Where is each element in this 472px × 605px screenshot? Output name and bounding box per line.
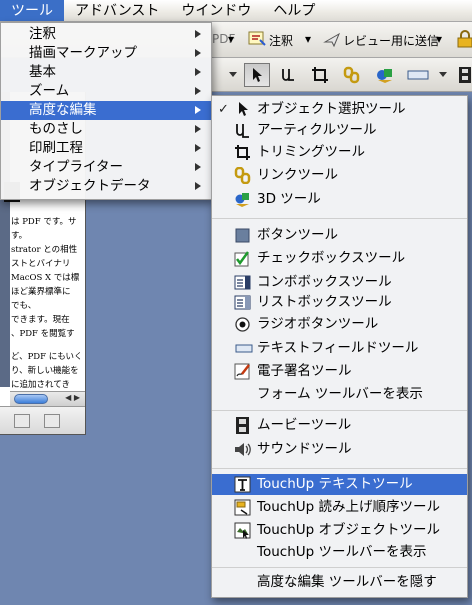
checkbox-icon	[234, 251, 250, 267]
menu-item-touchup-reading-order-tool[interactable]: TouchUp 読み上げ順序ツール	[212, 497, 467, 518]
scrollbar-thumb[interactable]	[14, 394, 48, 404]
submenu-arrow-icon	[195, 30, 201, 38]
touchup-object-icon	[234, 522, 251, 539]
listbox-icon	[234, 295, 251, 310]
menu-separator	[212, 410, 467, 411]
combobox-icon	[234, 275, 251, 290]
menu-item-movie-tool[interactable]: ムービーツール	[212, 415, 467, 436]
toolbar-crop-button[interactable]	[307, 63, 333, 87]
menubar: ツール アドバンスト ウインドウ ヘルプ	[0, 0, 472, 22]
submenu-arrow-icon	[195, 182, 201, 190]
menu-item-link-tool[interactable]: リンクツール	[212, 165, 467, 186]
submenu-arrow-icon	[195, 163, 201, 171]
menu-item-touchup-object-tool[interactable]: TouchUp オブジェクトツール	[212, 520, 467, 541]
document-status-bar	[0, 406, 85, 434]
menu-tools[interactable]: ツール	[0, 0, 64, 21]
horizontal-scrollbar[interactable]: ◀ ▶	[10, 391, 85, 406]
menu-item-button-tool[interactable]: ボタンツール	[212, 225, 467, 246]
menu-item-checkbox-tool[interactable]: チェックボックスツール	[212, 248, 467, 269]
menu-help[interactable]: ヘルプ	[262, 0, 326, 21]
menu-item-listbox-tool[interactable]: リストボックスツール	[212, 292, 467, 313]
sound-icon	[235, 443, 251, 456]
send-review-icon	[323, 32, 341, 48]
3d-icon	[235, 193, 249, 207]
advanced-editing-submenu: ✓ オブジェクト選択ツール アーティクルツール トリミングツール リンクツール …	[211, 95, 468, 598]
textfield-icon	[235, 344, 253, 353]
menu-item-show-touchup-toolbar[interactable]: TouchUp ツールバーを表示	[212, 542, 467, 563]
menu-item-digital-signature-tool[interactable]: 電子署名ツール	[212, 361, 467, 382]
menu-item-touchup-text-tool[interactable]: TouchUp テキストツール	[212, 474, 467, 495]
reading-order-icon	[234, 499, 251, 516]
tools-menu-item-basic[interactable]: 基本	[1, 63, 211, 82]
toolbar-textfield-button[interactable]	[405, 63, 431, 87]
menu-separator	[212, 468, 467, 469]
document-text: は PDF です。サ す。 strator との相性 ストとバイナリ MacOS…	[11, 217, 83, 390]
tools-menu-item-print-production[interactable]: 印刷工程	[1, 139, 211, 158]
button-icon	[235, 228, 250, 243]
tools-menu-item-measure[interactable]: ものさし	[1, 120, 211, 139]
menu-separator	[212, 218, 467, 219]
menu-item-3d-tool[interactable]: 3D ツール	[212, 189, 467, 210]
signature-icon	[234, 363, 250, 380]
crop-icon	[235, 145, 250, 160]
radio-icon	[235, 317, 250, 332]
submenu-arrow-icon	[195, 68, 201, 76]
tools-menu-item-object-data[interactable]: オブジェクトデータ	[1, 177, 211, 196]
lock-icon	[457, 30, 472, 48]
single-page-view-icon[interactable]	[14, 414, 30, 428]
two-page-view-icon[interactable]	[44, 414, 60, 428]
movie-icon	[459, 67, 471, 83]
toolbar-dropdown-arrow[interactable]	[220, 63, 246, 87]
link-icon	[343, 66, 360, 84]
submenu-arrow-icon	[195, 125, 201, 133]
menu-separator	[212, 567, 467, 568]
arrow-select-icon	[253, 68, 262, 82]
scroll-arrows-icon[interactable]: ◀ ▶	[65, 393, 80, 402]
article-icon	[282, 69, 294, 81]
annotate-button[interactable]: 注釈	[269, 32, 293, 49]
submenu-arrow-icon	[195, 106, 201, 114]
advanced-editing-toolbar	[212, 58, 472, 92]
submenu-arrow-icon	[195, 144, 201, 152]
chevron-down-icon	[439, 72, 447, 77]
toolbar-article-button[interactable]	[275, 63, 301, 87]
tools-menu-item-zoom[interactable]: ズーム	[1, 82, 211, 101]
menu-item-combobox-tool[interactable]: コンボボックスツール	[212, 272, 467, 293]
annotate-icon	[248, 31, 266, 46]
crop-icon	[312, 67, 328, 83]
submenu-arrow-icon	[195, 87, 201, 95]
menu-item-show-forms-toolbar[interactable]: フォーム ツールバーを表示	[212, 384, 467, 405]
chevron-down-icon	[229, 72, 237, 77]
menu-item-sound-tool[interactable]: サウンドツール	[212, 439, 467, 460]
menu-item-radio-button-tool[interactable]: ラジオボタンツール	[212, 314, 467, 335]
textfield-icon	[407, 70, 429, 80]
menu-item-text-field-tool[interactable]: テキストフィールドツール	[212, 338, 467, 359]
checkmark-icon: ✓	[218, 102, 229, 117]
tools-menu-item-typewriter[interactable]: タイプライター	[1, 158, 211, 177]
menu-item-object-select-tool[interactable]: ✓ オブジェクト選択ツール	[212, 99, 467, 120]
touchup-text-icon	[234, 476, 251, 493]
toolbar-link-button[interactable]	[339, 63, 365, 87]
menu-item-crop-tool[interactable]: トリミングツール	[212, 142, 467, 163]
menu-item-article-tool[interactable]: アーティクルツール	[212, 120, 467, 141]
menu-window[interactable]: ウインドウ	[170, 0, 262, 21]
toolbar-select-object-button[interactable]	[244, 63, 270, 87]
submenu-arrow-icon	[195, 49, 201, 57]
menu-advanced[interactable]: アドバンスト	[64, 0, 170, 21]
tools-menu-item-advanced-editing[interactable]: 高度な編集	[1, 101, 211, 120]
3d-icon	[377, 69, 392, 83]
link-icon	[234, 167, 251, 184]
menu-item-hide-advanced-editing-toolbar[interactable]: 高度な編集 ツールバーを隠す	[212, 572, 467, 593]
tools-menu-item-annotate[interactable]: 注釈	[1, 25, 211, 44]
toolbar-3d-button[interactable]	[372, 63, 398, 87]
send-review-button[interactable]: レビュー用に送信	[343, 32, 439, 49]
tools-menu: 注釈 描画マークアップ 基本 ズーム 高度な編集 ものさし 印刷工程 タイプライ…	[0, 22, 212, 200]
toolbar-movie-button[interactable]	[452, 63, 472, 87]
arrow-select-icon	[239, 102, 248, 116]
tools-menu-item-drawing-markup[interactable]: 描画マークアップ	[1, 44, 211, 63]
article-icon	[236, 124, 249, 138]
movie-icon	[236, 417, 249, 434]
